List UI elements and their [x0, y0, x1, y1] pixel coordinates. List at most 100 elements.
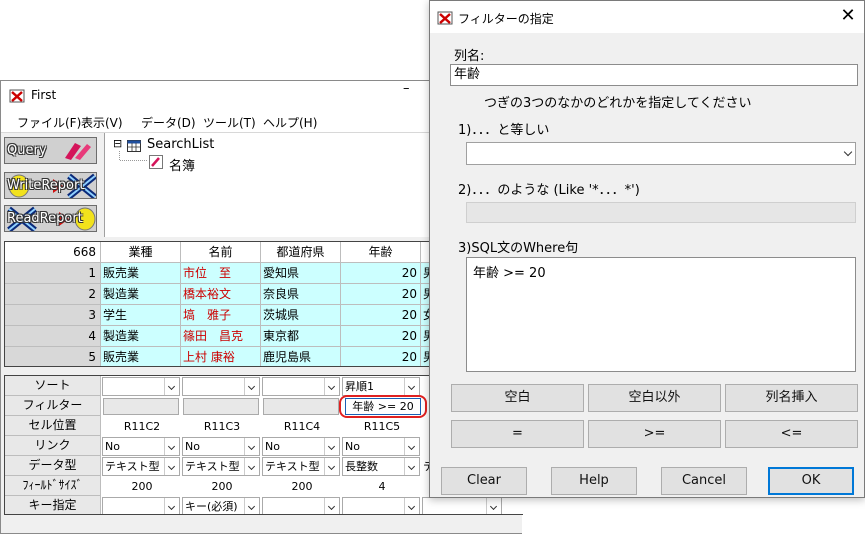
equals-button[interactable]: =	[451, 420, 584, 448]
grid-cell[interactable]: 販売業	[101, 263, 181, 284]
column-header[interactable]: 年齢	[341, 242, 421, 263]
option1-label: 1)．．．と等しい	[458, 123, 550, 138]
column-name-input[interactable]: 年齢	[450, 64, 858, 86]
column-header[interactable]: 業種	[101, 242, 181, 263]
grid-cell[interactable]: 塙 雅子	[181, 305, 261, 326]
cell-position: R11C4	[283, 420, 321, 433]
where-clause-textarea[interactable]: 年齢 >= 20	[466, 257, 856, 372]
row-number[interactable]: 4	[5, 326, 101, 347]
row-number[interactable]: 5	[5, 347, 101, 366]
chevron-down-icon	[324, 498, 339, 514]
prop-label-fieldsize: ﾌｨｰﾙﾄﾞｻｲｽﾞ	[5, 476, 101, 496]
chevron-down-icon	[324, 378, 339, 395]
grid-cell[interactable]: 20	[341, 347, 421, 366]
column-header[interactable]: 都道府県	[261, 242, 341, 263]
blank-button[interactable]: 空白	[451, 384, 584, 412]
grid-cell[interactable]: 市位 至	[181, 263, 261, 284]
chevron-down-icon	[164, 378, 179, 395]
minimize-button[interactable]: –	[403, 81, 417, 111]
equals-select[interactable]	[466, 142, 856, 165]
field-size: 4	[378, 480, 386, 493]
ok-button[interactable]: OK	[768, 467, 854, 495]
link-select[interactable]: No	[182, 437, 260, 456]
chevron-down-icon	[244, 498, 259, 514]
filter-field[interactable]	[103, 398, 179, 415]
key-select[interactable]	[342, 497, 420, 514]
sort-select[interactable]	[102, 377, 180, 396]
chevron-down-icon	[404, 438, 419, 455]
grid-cell[interactable]: 20	[341, 284, 421, 305]
option3-label: 3)SQL文のWhere句	[458, 241, 579, 256]
prop-label-cellpos: セル位置	[5, 416, 101, 436]
grid-cell[interactable]: 橋本裕文	[181, 284, 261, 305]
dialog-title: フィルターの指定	[458, 12, 554, 26]
close-icon[interactable]: ✕	[838, 6, 858, 26]
datatype-select[interactable]: テキスト型	[102, 457, 180, 476]
grid-cell[interactable]: 20	[341, 263, 421, 284]
grid-cell[interactable]: 愛知県	[261, 263, 341, 284]
cancel-button[interactable]: Cancel	[661, 467, 747, 495]
insert-column-name-button[interactable]: 列名挿入	[725, 384, 858, 412]
grid-cell[interactable]: 製造業	[101, 326, 181, 347]
not-blank-button[interactable]: 空白以外	[588, 384, 721, 412]
tree-root-searchlist[interactable]: SearchList	[147, 137, 214, 152]
sort-select[interactable]	[262, 377, 340, 396]
tree-expander-icon[interactable]: ⊟	[113, 137, 122, 150]
app-icon	[9, 89, 25, 103]
menu-file[interactable]: ファイル(F)	[17, 114, 81, 131]
clear-button[interactable]: Clear	[441, 467, 527, 495]
app-icon	[437, 11, 453, 25]
chevron-down-icon	[324, 438, 339, 455]
key-select[interactable]	[422, 497, 502, 514]
grid-cell[interactable]: 20	[341, 326, 421, 347]
help-button[interactable]: Help	[551, 467, 637, 495]
menu-data[interactable]: データ(D)	[141, 114, 196, 131]
grid-cell[interactable]: 茨城県	[261, 305, 341, 326]
link-select[interactable]: No	[102, 437, 180, 456]
column-header[interactable]: 名前	[181, 242, 261, 263]
chevron-down-icon	[843, 147, 853, 157]
filter-field[interactable]	[263, 398, 339, 415]
grid-cell[interactable]: 東京都	[261, 326, 341, 347]
grid-cell[interactable]: 篠田 昌克	[181, 326, 261, 347]
menu-help[interactable]: ヘルプ(H)	[263, 114, 317, 131]
grid-cell[interactable]: 鹿児島県	[261, 347, 341, 366]
tree-child-meibo[interactable]: 名簿	[169, 155, 195, 174]
chevron-down-icon	[404, 378, 419, 395]
link-select[interactable]: No	[262, 437, 340, 456]
cell-position: R11C3	[203, 420, 241, 433]
read-report-button[interactable]: ReadReport	[4, 205, 97, 232]
query-button-label: Query	[7, 143, 47, 158]
write-report-button-label: WriteReport	[7, 178, 85, 193]
query-button[interactable]: Query	[4, 137, 97, 164]
field-size: 200	[291, 480, 313, 493]
cell-position: R11C5	[363, 420, 401, 433]
grid-cell[interactable]: 奈良県	[261, 284, 341, 305]
datatype-select[interactable]: テキスト型	[262, 457, 340, 476]
datatype-select[interactable]: テキスト型	[182, 457, 260, 476]
sort-select[interactable]: 昇順1	[342, 377, 420, 396]
grid-cell[interactable]: 販売業	[101, 347, 181, 366]
datatype-select[interactable]: 長整数	[342, 457, 420, 476]
filter-field[interactable]	[183, 398, 259, 415]
sort-select[interactable]	[182, 377, 260, 396]
less-equal-button[interactable]: <=	[725, 420, 858, 448]
key-select[interactable]	[102, 497, 180, 514]
key-select[interactable]	[262, 497, 340, 514]
write-report-button[interactable]: WriteReport	[4, 172, 97, 199]
grid-cell[interactable]: 20	[341, 305, 421, 326]
menu-tools[interactable]: ツール(T)	[203, 114, 256, 131]
like-input[interactable]	[466, 202, 856, 223]
row-number[interactable]: 2	[5, 284, 101, 305]
grid-cell[interactable]: 製造業	[101, 284, 181, 305]
key-select[interactable]: キー(必須)	[182, 497, 260, 514]
filter-field-age[interactable]: 年齢 >= 20	[345, 398, 421, 415]
greater-equal-button[interactable]: >=	[588, 420, 721, 448]
grid-cell[interactable]: 上村 康裕	[181, 347, 261, 366]
row-number[interactable]: 3	[5, 305, 101, 326]
row-number[interactable]: 1	[5, 263, 101, 284]
link-select[interactable]: No	[342, 437, 420, 456]
grid-cell[interactable]: 学生	[101, 305, 181, 326]
menu-view[interactable]: 表示(V)	[81, 114, 123, 131]
main-window-title: First	[31, 88, 57, 102]
